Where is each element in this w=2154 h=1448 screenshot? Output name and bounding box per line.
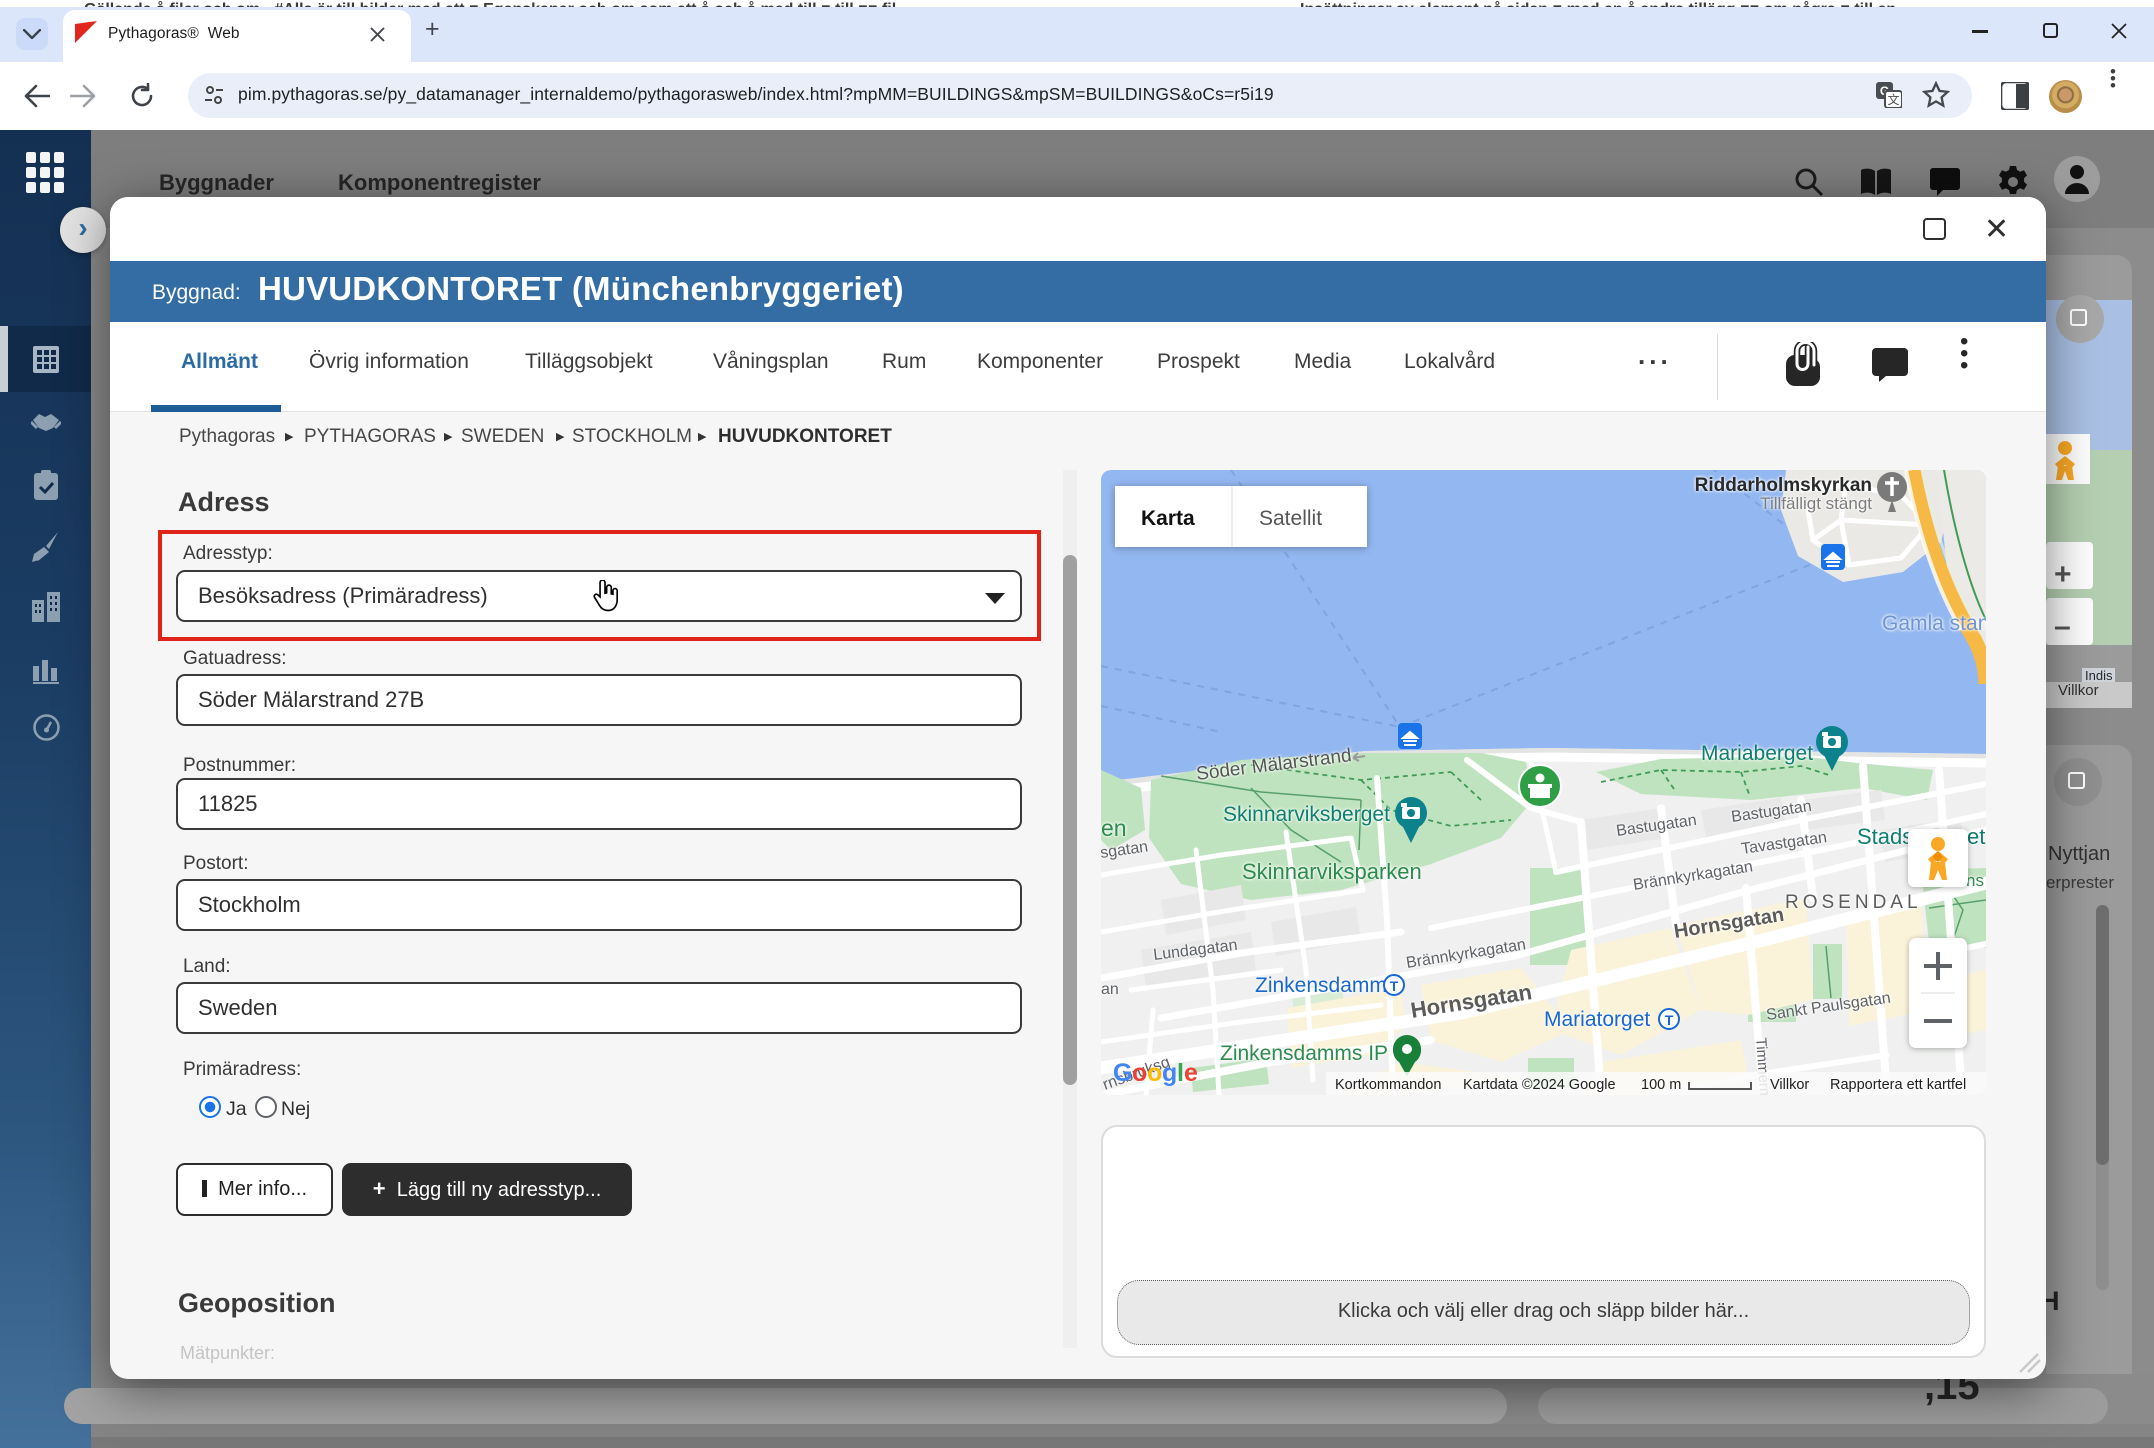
svg-text:Zinkensdamms IP: Zinkensdamms IP bbox=[1220, 1042, 1388, 1065]
svg-text:an: an bbox=[1101, 981, 1119, 998]
svg-text:en: en bbox=[1101, 815, 1127, 841]
svg-text:Mariatorget: Mariatorget bbox=[1544, 1008, 1650, 1031]
svg-text:Karta: Karta bbox=[1141, 507, 1195, 530]
svg-text:ROSENDAL: ROSENDAL bbox=[1785, 892, 1922, 913]
svg-text:ns: ns bbox=[1966, 871, 1984, 890]
svg-text:Villkor: Villkor bbox=[1770, 1077, 1809, 1093]
svg-text:Tillfälligt stängt: Tillfälligt stängt bbox=[1760, 494, 1872, 513]
svg-text:文: 文 bbox=[1887, 92, 1899, 107]
svg-text:l: l bbox=[1177, 1059, 1184, 1087]
svg-text:o: o bbox=[1132, 1059, 1147, 1087]
svg-text:Riddarholmskyrkan: Riddarholmskyrkan bbox=[1695, 475, 1872, 496]
svg-text:et: et bbox=[1967, 824, 1985, 849]
svg-text:Kartdata ©2024 Google: Kartdata ©2024 Google bbox=[1463, 1077, 1616, 1093]
svg-text:T: T bbox=[1665, 1012, 1674, 1028]
svg-text:g: g bbox=[1162, 1059, 1177, 1087]
svg-text:T: T bbox=[1390, 978, 1399, 994]
svg-text:Rapportera ett kartfel: Rapportera ett kartfel bbox=[1830, 1077, 1966, 1093]
svg-text:Skinnarviksparken: Skinnarviksparken bbox=[1242, 859, 1422, 884]
svg-text:Satellit: Satellit bbox=[1259, 507, 1322, 530]
svg-text:o: o bbox=[1147, 1059, 1162, 1087]
svg-text:100 m: 100 m bbox=[1641, 1077, 1681, 1093]
svg-text:Gamla stan: Gamla stan bbox=[1882, 612, 1986, 635]
svg-text:Skinnarviksberget: Skinnarviksberget bbox=[1223, 803, 1390, 826]
svg-text:Zinkensdamm: Zinkensdamm bbox=[1255, 974, 1387, 997]
svg-text:e: e bbox=[1184, 1059, 1198, 1087]
svg-text:G: G bbox=[1113, 1059, 1132, 1087]
svg-text:Kortkommandon: Kortkommandon bbox=[1335, 1077, 1441, 1093]
svg-text:Stads: Stads bbox=[1857, 824, 1913, 849]
svg-text:Mariaberget: Mariaberget bbox=[1701, 742, 1813, 765]
